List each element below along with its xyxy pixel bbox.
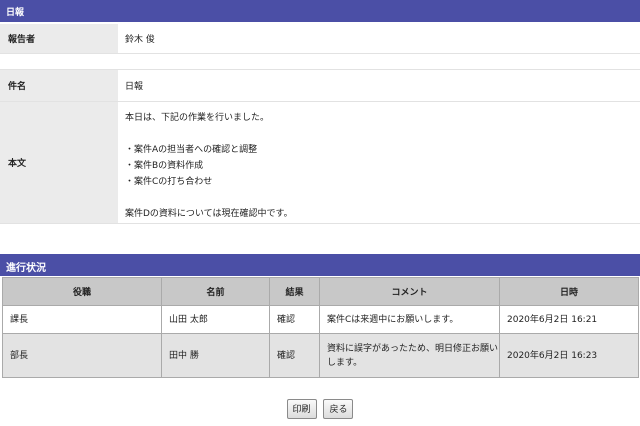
progress-table: 役職 名前 結果 コメント 日時 課長 山田 太郎 確認 案件Cは来週中にお願い…: [2, 277, 639, 378]
body-line: 本日は、下記の作業を行いました。: [125, 113, 270, 123]
progress-header-row: 役職 名前 結果 コメント 日時: [2, 277, 639, 306]
column-header-comment: コメント: [319, 277, 500, 306]
cell-role: 部長: [2, 333, 162, 378]
subject-label: 件名: [0, 69, 118, 102]
body-row: 本文 本日は、下記の作業を行いました。 ・案件Aの担当者への確認と調整 ・案件B…: [0, 101, 640, 224]
table-row: 課長 山田 太郎 確認 案件Cは来週中にお願いします。 2020年6月2日 16…: [2, 305, 639, 334]
body-value: 本日は、下記の作業を行いました。 ・案件Aの担当者への確認と調整 ・案件Bの資料…: [118, 101, 640, 224]
body-line: ・案件Aの担当者への確認と調整: [125, 145, 258, 155]
page-title-bar: 日報: [0, 0, 640, 22]
cell-datetime: 2020年6月2日 16:23: [499, 333, 639, 378]
cell-result: 確認: [269, 333, 320, 378]
column-header-role: 役職: [2, 277, 162, 306]
body-line: ・案件Cの打ち合わせ: [125, 177, 213, 187]
column-header-name: 名前: [161, 277, 270, 306]
column-header-datetime: 日時: [499, 277, 639, 306]
subject-value: 日報: [118, 69, 640, 102]
action-buttons: 印刷 戻る: [0, 399, 640, 419]
progress-section-title: 進行状況: [6, 263, 46, 274]
page-title: 日報: [6, 8, 25, 18]
body-line: 案件Dの資料については現在確認中です。: [125, 209, 293, 219]
cell-role: 課長: [2, 305, 162, 334]
cell-name: 田中 勝: [161, 333, 270, 378]
cell-name: 山田 太郎: [161, 305, 270, 334]
cell-comment: 案件Cは来週中にお願いします。: [319, 305, 500, 334]
reporter-label: 報告者: [0, 24, 118, 54]
progress-section-header: 進行状況: [0, 254, 640, 276]
back-button[interactable]: 戻る: [323, 399, 354, 419]
report-table: 件名 日報 本文 本日は、下記の作業を行いました。 ・案件Aの担当者への確認と調…: [0, 69, 640, 224]
reporter-table: 報告者 鈴木 俊: [0, 24, 640, 54]
print-button[interactable]: 印刷: [286, 399, 317, 419]
body-line: [125, 126, 640, 142]
reporter-row: 報告者 鈴木 俊: [0, 24, 640, 54]
table-row: 部長 田中 勝 確認 資料に誤字があったため、明日修正お願いします。 2020年…: [2, 333, 639, 378]
body-line: ・案件Bの資料作成: [125, 161, 204, 171]
column-header-result: 結果: [269, 277, 320, 306]
reporter-value: 鈴木 俊: [118, 24, 640, 54]
body-label: 本文: [0, 101, 118, 224]
cell-result: 確認: [269, 305, 320, 334]
cell-datetime: 2020年6月2日 16:21: [499, 305, 639, 334]
cell-comment: 資料に誤字があったため、明日修正お願いします。: [319, 333, 500, 378]
subject-row: 件名 日報: [0, 69, 640, 102]
body-line: [125, 190, 640, 206]
